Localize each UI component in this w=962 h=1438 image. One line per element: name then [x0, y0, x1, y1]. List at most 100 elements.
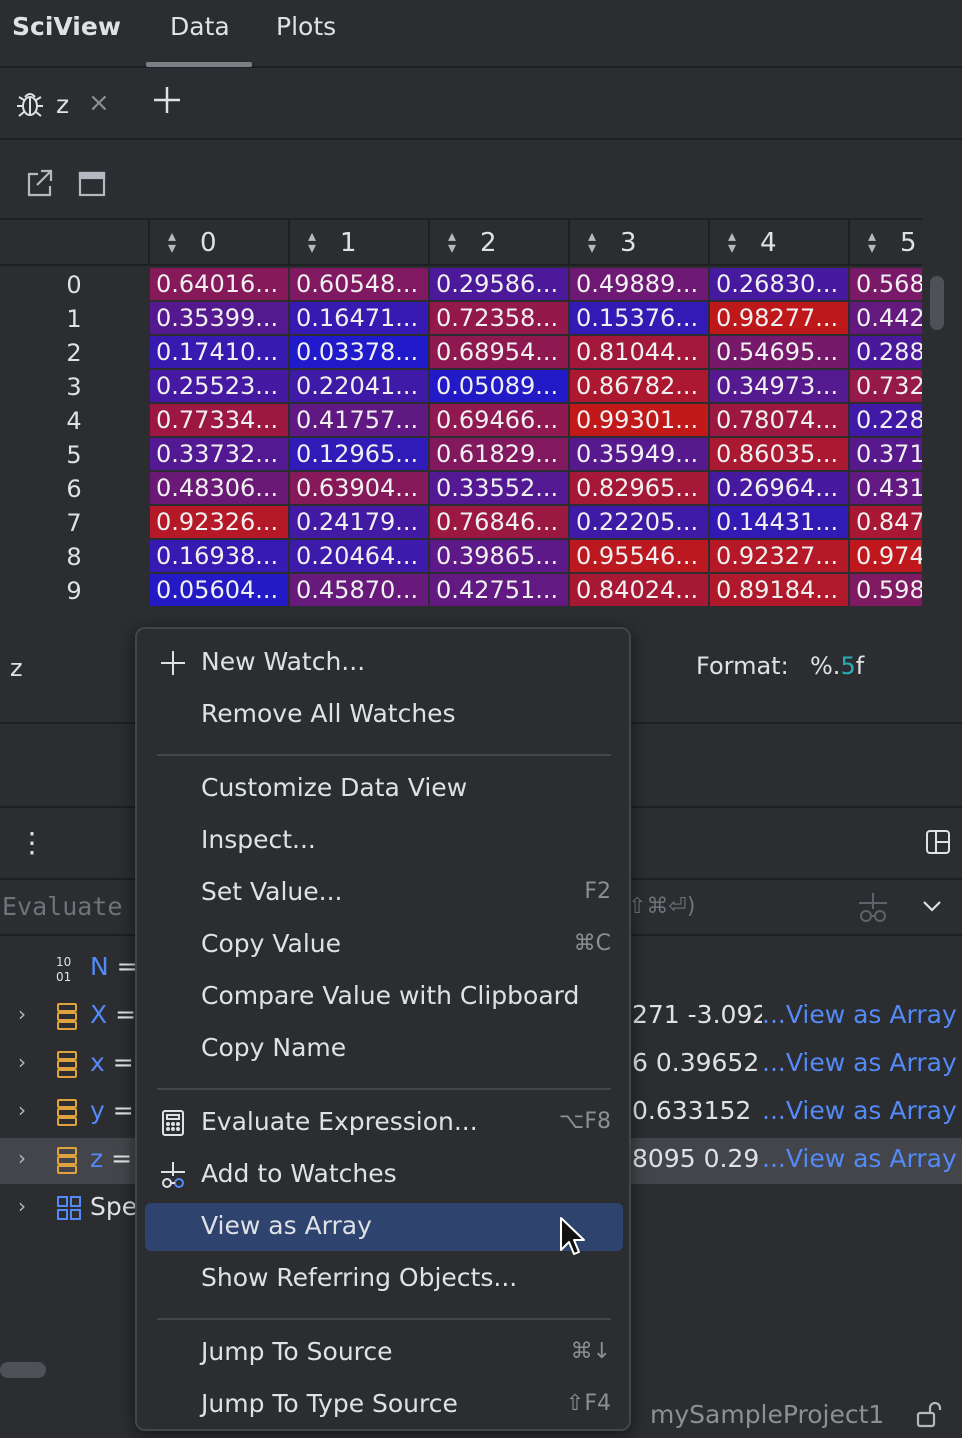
menu-item-new-watch[interactable]: New Watch... — [145, 639, 623, 687]
table-cell[interactable]: 0.847 — [850, 506, 922, 538]
view-as-array-link[interactable]: ...View as Array — [762, 1000, 957, 1029]
menu-item-compare-value-with-clipboard[interactable]: Compare Value with Clipboard — [145, 973, 623, 1021]
table-cell[interactable]: 0.288 — [850, 336, 922, 368]
column-header[interactable]: ▴ ▾ 4 — [708, 220, 848, 266]
table-cell[interactable]: 0.20464... — [290, 540, 428, 572]
sort-icon[interactable]: ▴ ▾ — [868, 228, 876, 256]
table-cell[interactable]: 0.48306... — [150, 472, 288, 504]
table-cell[interactable]: 0.17410... — [150, 336, 288, 368]
table-cell[interactable]: 0.60548... — [290, 268, 428, 300]
column-header[interactable]: ▴ ▾ 2 — [428, 220, 568, 266]
menu-item-inspect[interactable]: Inspect... — [145, 817, 623, 865]
table-cell[interactable]: 0.33732... — [150, 438, 288, 470]
table-cell[interactable]: 0.35399... — [150, 302, 288, 334]
expand-chevron-icon[interactable]: › — [18, 1050, 34, 1076]
menu-item-view-as-array[interactable]: View as Array — [145, 1203, 623, 1251]
table-cell[interactable]: 0.84024... — [570, 574, 708, 606]
menu-item-remove-all-watches[interactable]: Remove All Watches — [145, 691, 623, 739]
close-icon[interactable]: × — [88, 88, 110, 118]
table-cell[interactable]: 0.86035... — [710, 438, 848, 470]
table-cell[interactable]: 0.72358... — [430, 302, 568, 334]
table-cell[interactable]: 0.25523... — [150, 370, 288, 402]
table-cell[interactable]: 0.63904... — [290, 472, 428, 504]
open-in-new-window-icon[interactable] — [26, 168, 54, 198]
table-cell[interactable]: 0.78074... — [710, 404, 848, 436]
table-cell[interactable]: 0.732 — [850, 370, 922, 402]
table-cell[interactable]: 0.03378... — [290, 336, 428, 368]
menu-item-evaluate-expression[interactable]: Evaluate Expression... ⌥F8 — [145, 1099, 623, 1147]
evaluate-input[interactable]: Evaluate — [2, 892, 122, 921]
menu-item-set-value[interactable]: Set Value... F2 — [145, 869, 623, 917]
expand-chevron-icon[interactable]: › — [18, 1002, 34, 1028]
watch-tab-z[interactable]: z — [56, 90, 69, 119]
menu-item-jump-to-source[interactable]: Jump To Source ⌘↓ — [145, 1329, 623, 1377]
lock-icon[interactable] — [916, 1400, 942, 1428]
expand-chevron-icon[interactable]: › — [18, 1194, 34, 1220]
table-cell[interactable]: 0.89184... — [710, 574, 848, 606]
tab-plots[interactable]: Plots — [276, 12, 336, 41]
chevron-down-icon[interactable] — [920, 894, 944, 918]
table-cell[interactable]: 0.45870... — [290, 574, 428, 606]
table-cell[interactable]: 0.92326... — [150, 506, 288, 538]
add-watch-icon[interactable] — [856, 890, 890, 924]
view-as-array-link[interactable]: ...View as Array — [762, 1096, 957, 1125]
table-cell[interactable]: 0.228 — [850, 404, 922, 436]
table-cell[interactable]: 0.82965... — [570, 472, 708, 504]
column-header[interactable]: ▴ ▾ 1 — [288, 220, 428, 266]
menu-item-add-to-watches[interactable]: Add to Watches — [145, 1151, 623, 1199]
table-cell[interactable]: 0.92327... — [710, 540, 848, 572]
menu-item-copy-name[interactable]: Copy Name — [145, 1025, 623, 1073]
column-header[interactable]: ▴ ▾ 0 — [148, 220, 288, 266]
table-cell[interactable]: 0.98277... — [710, 302, 848, 334]
table-cell[interactable]: 0.12965... — [290, 438, 428, 470]
split-layout-icon[interactable] — [926, 830, 950, 854]
view-as-array-link[interactable]: ...View as Array — [762, 1048, 957, 1077]
grid-vertical-scrollbar[interactable] — [930, 276, 944, 330]
add-tab-icon[interactable] — [152, 84, 182, 120]
sort-icon[interactable]: ▴ ▾ — [308, 228, 316, 256]
table-cell[interactable]: 0.77334... — [150, 404, 288, 436]
table-cell[interactable]: 0.41757... — [290, 404, 428, 436]
table-cell[interactable]: 0.26830... — [710, 268, 848, 300]
table-cell[interactable]: 0.05604... — [150, 574, 288, 606]
table-cell[interactable]: 0.16938... — [150, 540, 288, 572]
table-cell[interactable]: 0.61829... — [430, 438, 568, 470]
menu-item-jump-to-type-source[interactable]: Jump To Type Source ⇧F4 — [145, 1381, 623, 1429]
column-header[interactable]: ▴ ▾ 5 — [848, 220, 922, 266]
table-cell[interactable]: 0.33552... — [430, 472, 568, 504]
menu-item-copy-value[interactable]: Copy Value ⌘C — [145, 921, 623, 969]
table-cell[interactable]: 0.86782... — [570, 370, 708, 402]
table-cell[interactable]: 0.568 — [850, 268, 922, 300]
table-cell[interactable]: 0.974 — [850, 540, 922, 572]
table-cell[interactable]: 0.442 — [850, 302, 922, 334]
table-cell[interactable]: 0.26964... — [710, 472, 848, 504]
view-as-array-link[interactable]: ...View as Array — [762, 1144, 957, 1173]
menu-item-show-referring-objects[interactable]: Show Referring Objects... — [145, 1255, 623, 1303]
table-cell[interactable]: 0.16471... — [290, 302, 428, 334]
table-cell[interactable]: 0.22205... — [570, 506, 708, 538]
sort-icon[interactable]: ▴ ▾ — [728, 228, 736, 256]
table-cell[interactable]: 0.42751... — [430, 574, 568, 606]
table-cell[interactable]: 0.598 — [850, 574, 922, 606]
table-cell[interactable]: 0.29586... — [430, 268, 568, 300]
more-options-icon[interactable]: ⋮ — [18, 826, 46, 859]
sort-icon[interactable]: ▴ ▾ — [448, 228, 456, 256]
column-header[interactable]: ▴ ▾ 3 — [568, 220, 708, 266]
table-cell[interactable]: 0.49889... — [570, 268, 708, 300]
table-cell[interactable]: 0.64016... — [150, 268, 288, 300]
format-input[interactable]: %.5f — [810, 652, 864, 680]
table-cell[interactable]: 0.99301... — [570, 404, 708, 436]
sort-icon[interactable]: ▴ ▾ — [168, 228, 176, 256]
table-cell[interactable]: 0.24179... — [290, 506, 428, 538]
table-cell[interactable]: 0.34973... — [710, 370, 848, 402]
table-cell[interactable]: 0.81044... — [570, 336, 708, 368]
table-cell[interactable]: 0.431 — [850, 472, 922, 504]
window-layout-icon[interactable] — [78, 170, 106, 198]
tab-data[interactable]: Data — [170, 12, 230, 41]
table-cell[interactable]: 0.22041... — [290, 370, 428, 402]
table-cell[interactable]: 0.54695... — [710, 336, 848, 368]
project-name[interactable]: mySampleProject1 — [650, 1400, 884, 1429]
table-cell[interactable]: 0.95546... — [570, 540, 708, 572]
expand-chevron-icon[interactable]: › — [18, 1098, 34, 1124]
expand-chevron-icon[interactable]: › — [18, 1146, 34, 1172]
